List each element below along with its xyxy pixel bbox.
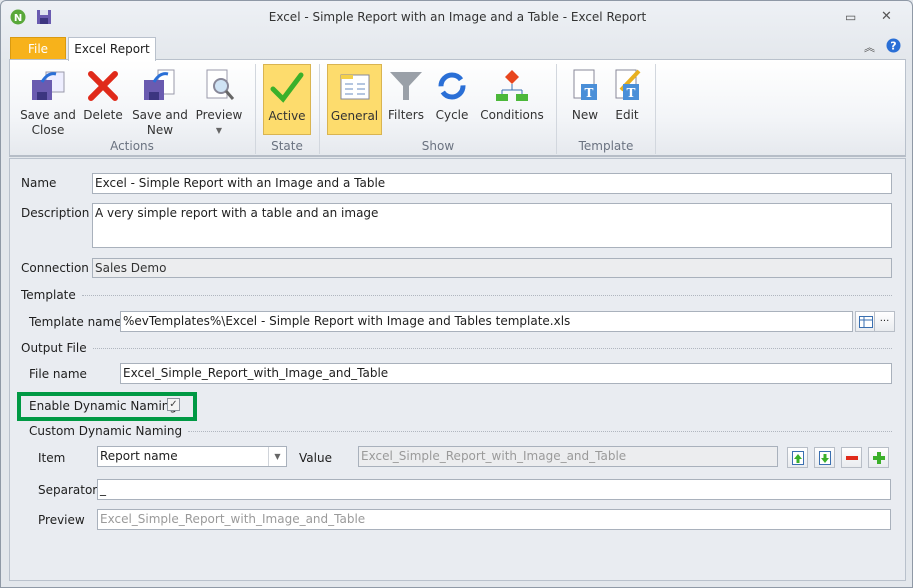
chevron-down-icon[interactable]: ▼ xyxy=(268,447,286,466)
value-field: Excel_Simple_Report_with_Image_and_Table xyxy=(358,446,778,467)
name-input[interactable]: Excel - Simple Report with an Image and … xyxy=(92,173,892,194)
file-name-label: File name xyxy=(29,367,87,381)
active-button[interactable]: Active xyxy=(263,64,311,135)
svg-text:T: T xyxy=(627,86,636,100)
move-down-icon xyxy=(818,450,831,465)
output-file-section-header: Output File xyxy=(21,341,892,355)
description-textarea[interactable]: A very simple report with a table and an… xyxy=(92,203,892,248)
save-and-close-button[interactable]: Save and Close xyxy=(18,64,78,138)
checkmark-icon xyxy=(269,69,305,105)
move-up-icon xyxy=(791,450,804,465)
edit-template-button[interactable]: T Edit xyxy=(608,64,646,123)
new-template-button[interactable]: T New xyxy=(566,64,604,123)
cycle-icon xyxy=(434,68,470,104)
connection-label: Connection xyxy=(21,261,89,275)
separator-label: Separator xyxy=(38,483,98,497)
conditions-icon xyxy=(494,68,530,104)
item-selected-value: Report name xyxy=(100,449,178,463)
group-label-show: Show xyxy=(421,139,455,153)
window-title: Excel - Simple Report with an Image and … xyxy=(268,10,647,24)
new-template-icon: T xyxy=(567,68,603,104)
template-name-label: Template name xyxy=(29,315,122,329)
save-new-icon xyxy=(142,68,178,104)
general-icon xyxy=(337,69,373,105)
dropdown-arrow-icon: ▼ xyxy=(215,126,223,135)
value-label: Value xyxy=(299,451,332,465)
table-icon xyxy=(858,315,873,328)
template-name-input[interactable]: %evTemplates%\Excel - Simple Report with… xyxy=(120,311,853,332)
edit-template-icon: T xyxy=(609,68,645,104)
connection-field: Sales Demo xyxy=(92,258,892,278)
preview-button[interactable]: Preview ▼ xyxy=(194,64,244,138)
preview-icon xyxy=(201,68,237,104)
description-label: Description xyxy=(21,206,90,220)
preview-field: Excel_Simple_Report_with_Image_and_Table xyxy=(97,509,891,530)
template-table-button[interactable] xyxy=(855,311,876,332)
svg-text:?: ? xyxy=(890,40,896,53)
close-button[interactable]: ✕ xyxy=(881,9,892,24)
conditions-button[interactable]: Conditions xyxy=(480,64,544,123)
tab-file[interactable]: File xyxy=(10,37,66,60)
item-label: Item xyxy=(38,451,66,465)
collapse-ribbon-icon[interactable]: ︽ xyxy=(864,39,875,55)
general-button[interactable]: General xyxy=(327,64,382,135)
group-label-actions: Actions xyxy=(110,139,154,153)
app-window: N Excel - Simple Report with an Image an… xyxy=(0,0,913,588)
add-button[interactable] xyxy=(868,447,889,468)
move-up-button[interactable] xyxy=(787,447,808,468)
ribbon: Save and Close Delete Save and New Previ… xyxy=(9,59,906,157)
filters-button[interactable]: Filters xyxy=(386,64,426,123)
name-label: Name xyxy=(21,176,57,190)
save-and-new-button[interactable]: Save and New xyxy=(130,64,190,138)
group-label-template: Template xyxy=(578,139,634,153)
tab-excel-report[interactable]: Excel Report xyxy=(68,37,156,61)
plus-icon xyxy=(872,451,885,464)
template-section-header: Template xyxy=(21,288,892,302)
delete-icon xyxy=(85,68,121,104)
separator-input[interactable]: _ xyxy=(97,479,891,500)
restore-button[interactable]: ▭ xyxy=(845,10,856,24)
browse-button[interactable]: ··· xyxy=(874,311,895,332)
save-close-icon xyxy=(30,68,66,104)
dynamic-naming-label: Enable Dynamic Naming xyxy=(29,399,178,413)
ellipsis-icon: ··· xyxy=(879,316,890,327)
group-label-state: State xyxy=(271,139,303,153)
preview-label: Preview xyxy=(38,513,85,527)
cycle-button[interactable]: Cycle xyxy=(432,64,472,123)
remove-button[interactable] xyxy=(841,447,862,468)
filter-icon xyxy=(388,68,424,104)
dynamic-naming-checkbox[interactable]: ✓ xyxy=(167,398,180,411)
item-dropdown[interactable]: Report name ▼ xyxy=(97,446,287,467)
custom-dynamic-naming-header: Custom Dynamic Naming xyxy=(29,424,892,438)
svg-text:T: T xyxy=(585,86,594,100)
minus-icon xyxy=(845,455,858,460)
move-down-button[interactable] xyxy=(814,447,835,468)
file-name-input[interactable]: Excel_Simple_Report_with_Image_and_Table xyxy=(120,363,892,384)
help-icon[interactable]: ? xyxy=(886,38,901,56)
delete-button[interactable]: Delete xyxy=(82,64,124,123)
